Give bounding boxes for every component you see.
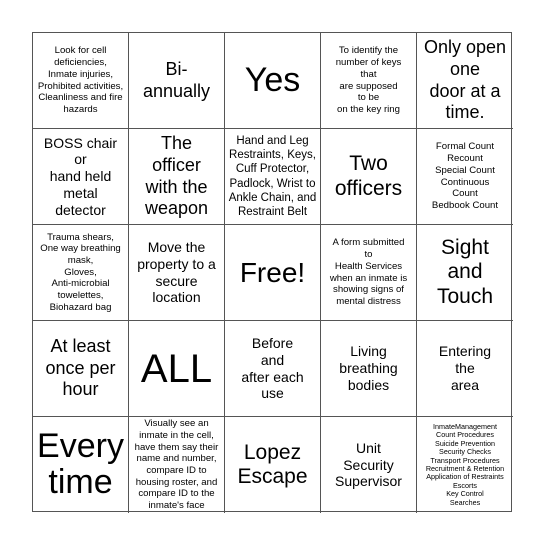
bingo-cell[interactable]: Two officers	[321, 129, 417, 225]
bingo-cell[interactable]: Formal Count Recount Special Count Conti…	[417, 129, 513, 225]
bingo-cell[interactable]: Yes	[225, 33, 321, 129]
bingo-board: Look for cell deficiencies, Inmate injur…	[32, 32, 513, 513]
bingo-cell[interactable]: A form submitted to Health Services when…	[321, 225, 417, 321]
bingo-cell[interactable]: Entering the area	[417, 321, 513, 417]
bingo-cell[interactable]: Living breathing bodies	[321, 321, 417, 417]
bingo-cell[interactable]: Bi- annually	[129, 33, 225, 129]
bingo-cell[interactable]: Unit Security Supervisor	[321, 417, 417, 513]
bingo-cell[interactable]: InmateManagement Count Procedures Suicid…	[417, 417, 513, 513]
bingo-cell[interactable]: BOSS chair or hand held metal detector	[33, 129, 129, 225]
bingo-cell[interactable]: Lopez Escape	[225, 417, 321, 513]
bingo-cell[interactable]: At least once per hour	[33, 321, 129, 417]
bingo-cell[interactable]: Every time	[33, 417, 129, 513]
bingo-cell[interactable]: To identify the number of keys that are …	[321, 33, 417, 129]
bingo-cell[interactable]: Before and after each use	[225, 321, 321, 417]
bingo-cell[interactable]: Sight and Touch	[417, 225, 513, 321]
bingo-cell[interactable]: Move the property to a secure location	[129, 225, 225, 321]
free-space-cell[interactable]: Free!	[225, 225, 321, 321]
bingo-cell[interactable]: Look for cell deficiencies, Inmate injur…	[33, 33, 129, 129]
bingo-cell[interactable]: Trauma shears, One way breathing mask, G…	[33, 225, 129, 321]
bingo-cell[interactable]: ALL	[129, 321, 225, 417]
bingo-cell[interactable]: The officer with the weapon	[129, 129, 225, 225]
bingo-cell[interactable]: Only open one door at a time.	[417, 33, 513, 129]
bingo-cell[interactable]: Hand and Leg Restraints, Keys, Cuff Prot…	[225, 129, 321, 225]
bingo-cell[interactable]: Visually see an inmate in the cell, have…	[129, 417, 225, 513]
